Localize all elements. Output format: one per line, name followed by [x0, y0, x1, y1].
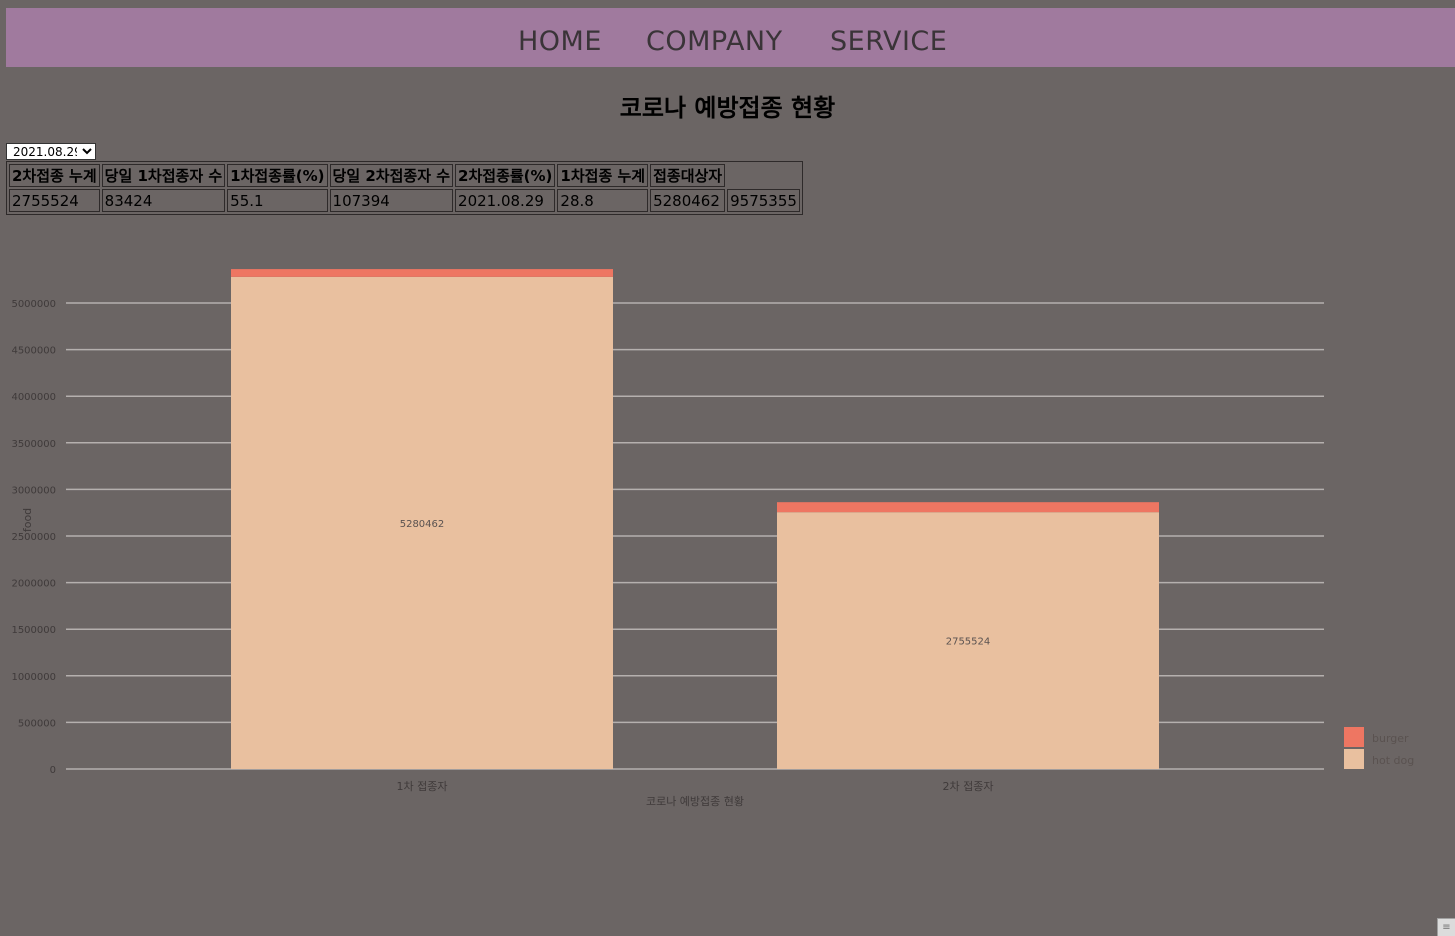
resize-grip-icon[interactable]: ≡	[1437, 918, 1455, 936]
legend-label: burger	[1372, 732, 1409, 745]
y-axis-title: food	[21, 508, 34, 532]
legend-swatch	[1344, 727, 1364, 747]
legend-swatch	[1344, 749, 1364, 769]
vaccination-bar-chart: 0 500000 1000000 1500000 2000000 2500000 30000…	[11, 269, 1414, 808]
legend-label: hot dog	[1372, 754, 1414, 767]
y-tick-label: 1500000	[11, 625, 56, 636]
y-tick-label: 1000000	[11, 672, 56, 683]
x-axis-title: 코로나 예방접종 현황	[646, 795, 744, 808]
y-tick-label: 2500000	[11, 532, 56, 543]
bar-data-label: 2755524	[946, 637, 991, 648]
y-tick-label: 0	[50, 765, 56, 776]
bar-data-label: 5280462	[400, 519, 445, 530]
x-tick-label: 2차 접종자	[943, 780, 994, 793]
y-tick-label: 4000000	[11, 392, 56, 403]
y-tick-label: 3000000	[11, 485, 56, 496]
y-tick-label: 3500000	[11, 439, 56, 450]
y-tick-label: 2000000	[11, 579, 56, 590]
y-tick-label: 4500000	[11, 346, 56, 357]
y-tick-label: 500000	[18, 718, 56, 729]
y-tick-label: 5000000	[11, 299, 56, 310]
x-tick-label: 1차 접종자	[397, 780, 448, 793]
bar-burger	[231, 269, 613, 277]
bar-burger	[777, 502, 1159, 513]
